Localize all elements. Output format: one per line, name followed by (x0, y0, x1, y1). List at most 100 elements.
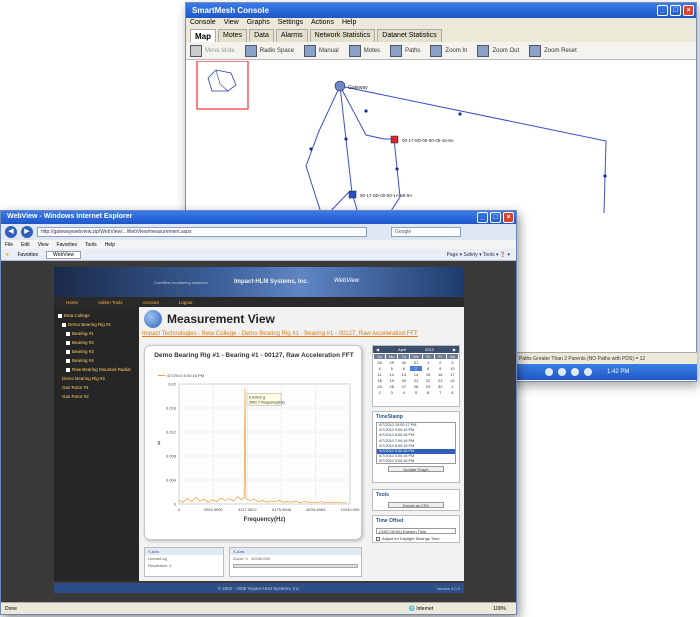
calendar-day[interactable]: 5 (386, 366, 397, 371)
tab-motes[interactable]: Motes (218, 29, 248, 42)
mote-node[interactable]: 00-17-0D-00-00-25-16-9A (390, 135, 454, 144)
menu-view[interactable]: View (38, 242, 49, 249)
tree-item-bearing-1[interactable]: Bearing #1 (58, 331, 135, 336)
calendar-day[interactable]: 27 (398, 384, 409, 389)
tab-data[interactable]: Data (249, 29, 274, 42)
favorites-button[interactable]: Favorites (17, 252, 38, 258)
calendar-day[interactable]: 16 (435, 372, 446, 377)
timestamp-item[interactable]: 4/7/2010 3:00:16 PM (377, 459, 455, 463)
menu-edit[interactable]: Edit (21, 242, 30, 249)
menu-settings[interactable]: Settings (278, 19, 303, 29)
browser-tab-webview[interactable]: WebView (46, 250, 81, 259)
calendar-day[interactable]: 13 (398, 372, 409, 377)
calendar-day[interactable]: 3 (447, 360, 458, 365)
menu-console[interactable]: Console (190, 19, 216, 29)
nav-logout[interactable]: Logout (179, 300, 193, 305)
calendar-day[interactable]: 2 (435, 360, 446, 365)
tree-item-gas-rotor-2[interactable]: Gas Rotor #2 (58, 394, 135, 399)
menu-file[interactable]: File (5, 242, 13, 249)
tab-map[interactable]: Map (190, 29, 216, 42)
calendar-day[interactable]: 5 (410, 390, 421, 395)
calendar-day[interactable]: 20 (398, 378, 409, 383)
tree-item-gas-rotor-1[interactable]: Gas Rotor #1 (58, 385, 135, 390)
tree-item-beta-college[interactable]: Beta College (58, 313, 135, 318)
calendar-day[interactable]: 4 (398, 390, 409, 395)
calendar-day[interactable]: 12 (386, 372, 397, 377)
calendar-day[interactable]: 2 (374, 390, 385, 395)
calendar-day[interactable]: 29 (423, 384, 434, 389)
calendar-day[interactable]: 24 (447, 378, 458, 383)
calendar-day[interactable]: 1 (423, 360, 434, 365)
star-icon[interactable]: ★ (5, 252, 9, 258)
calendar-day[interactable]: 7 (410, 366, 422, 371)
calendar-day[interactable]: 9 (435, 366, 446, 371)
command-bar[interactable]: Page ▾ Safety ▾ Tools ▾ ❓ ▾ (447, 252, 510, 258)
calendar-day[interactable]: 28 (410, 384, 421, 389)
menu-actions[interactable]: Actions (311, 19, 334, 29)
nav-admin-tools[interactable]: Admin Tools (98, 300, 122, 305)
update-graph-button[interactable]: Update Graph (388, 466, 444, 472)
export-csv-button[interactable]: Export as CSV (388, 502, 444, 508)
tree-item-raw-radial[interactable]: Raw Bearing Mounted Radial (58, 367, 135, 372)
nav-account[interactable]: Account (142, 300, 158, 305)
calendar-day[interactable]: 21 (410, 378, 421, 383)
gateway-node[interactable]: Gateway (334, 80, 368, 92)
calendar-day[interactable]: 30 (398, 360, 409, 365)
close-icon[interactable]: × (503, 212, 514, 223)
calendar-day[interactable]: 30 (435, 384, 446, 389)
calendar-day[interactable]: 19 (386, 378, 397, 383)
calendar-day[interactable]: 3 (386, 390, 397, 395)
tab-datanet-statistics[interactable]: Datanet Statistics (377, 29, 442, 42)
calendar-day[interactable]: 7 (435, 390, 446, 395)
tree-item-bearing-3[interactable]: Bearing #3 (58, 349, 135, 354)
calendar-day[interactable]: 8 (423, 366, 434, 371)
calendar-day[interactable]: 17 (447, 372, 458, 377)
tab-alarms[interactable]: Alarms (275, 29, 308, 42)
manual-button[interactable]: Manual (304, 44, 339, 57)
menu-help[interactable]: Help (342, 19, 356, 29)
x-axis-slider[interactable] (233, 564, 358, 568)
calendar-day[interactable]: 11 (374, 372, 385, 377)
minimize-icon[interactable]: _ (477, 212, 488, 223)
zoom-level[interactable]: 100% (493, 606, 506, 612)
calendar-day[interactable]: 10 (447, 366, 458, 371)
y-axis-resolution[interactable]: Resolution: 4 (145, 562, 223, 569)
url-input[interactable]: http://gatewaywebview.zip/WebView/...Web… (37, 227, 367, 237)
calendar-day[interactable]: 26 (386, 384, 397, 389)
calendar-day[interactable]: 6 (423, 390, 434, 395)
timezone-select[interactable]: (GMT-05:00) Eastern Time (376, 528, 456, 534)
menu-help[interactable]: Help (105, 242, 115, 249)
timestamp-list[interactable]: 4/7/2010 10:00:17 PM 4/7/2010 9:00:16 PM 4… (376, 422, 456, 464)
tree-item-bearing-4[interactable]: Bearing #4 (58, 358, 135, 363)
calendar-day[interactable]: 28 (374, 360, 385, 365)
tab-network-statistics[interactable]: Network Statistics (309, 29, 376, 42)
calendar-day[interactable]: 1 (447, 384, 458, 389)
calendar-day[interactable]: 31 (410, 360, 421, 365)
motes-button[interactable]: Motes (348, 44, 380, 57)
calendar-day[interactable]: 14 (410, 372, 421, 377)
y-axis-scale[interactable]: Linear/Log (145, 555, 223, 562)
tray-icon[interactable] (545, 368, 553, 376)
menu-tools[interactable]: Tools (85, 242, 97, 249)
tray-icon[interactable] (584, 368, 592, 376)
nav-home[interactable]: Home (66, 300, 78, 305)
tray-icon[interactable] (558, 368, 566, 376)
calendar-day[interactable]: 25 (374, 384, 385, 389)
zoom-in-button[interactable]: Zoom In (430, 44, 467, 57)
fft-chart[interactable]: 0 0.004 0.008 0.012 0.016 0.02 0 2003.9000 4117.… (145, 346, 363, 541)
zoom-reset-button[interactable]: Zoom Reset (529, 44, 577, 57)
calendar-day[interactable]: 6 (398, 366, 409, 371)
maximize-icon[interactable]: □ (670, 5, 681, 16)
mote-node[interactable]: 00-17-0D-00-00-1A-68-9A (348, 190, 412, 199)
calendar-day[interactable]: 29 (386, 360, 397, 365)
close-icon[interactable]: × (683, 5, 694, 16)
paths-button[interactable]: Paths (390, 44, 420, 57)
tree-item-bearing-2[interactable]: Bearing #2 (58, 340, 135, 345)
tray-icon[interactable] (571, 368, 579, 376)
calendar-day[interactable]: 22 (423, 378, 434, 383)
calendar-prev-icon[interactable]: ◀ (376, 347, 379, 352)
breadcrumb[interactable]: Impact Technologies - Beta College - Dem… (142, 331, 418, 337)
calendar-next-icon[interactable]: ▶ (453, 347, 456, 352)
menu-view[interactable]: View (224, 19, 239, 29)
maximize-icon[interactable]: □ (490, 212, 501, 223)
